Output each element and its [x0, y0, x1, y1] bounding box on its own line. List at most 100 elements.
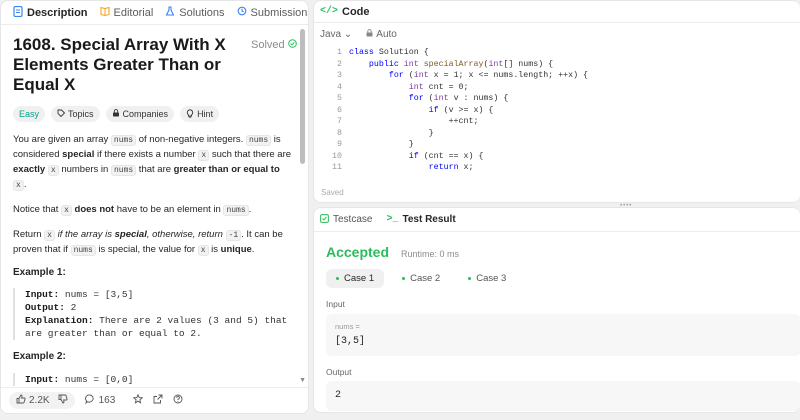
code-line[interactable]: 5 for (int v : nums) {: [314, 93, 800, 105]
difficulty-badge: Easy: [13, 106, 46, 122]
code-line[interactable]: 4 int cnt = 0;: [314, 82, 800, 94]
language-select[interactable]: Java ⌄: [320, 29, 352, 40]
line-text: class Solution {: [349, 48, 429, 57]
code-line[interactable]: 2 public int specialArray(int[] nums) {: [314, 59, 800, 71]
example-2-box: Input: nums = [0,0]: [13, 373, 295, 386]
desc-paragraph-3: Return x if the array is special, otherw…: [13, 229, 283, 256]
star-icon[interactable]: [132, 393, 144, 407]
accepted-label: Accepted: [326, 244, 390, 260]
tab-editorial-label: Editorial: [113, 6, 154, 19]
line-text: return x;: [428, 163, 474, 172]
desc-paragraph-1: You are given an array nums of non-negat…: [13, 134, 292, 191]
example-1-box: Input: nums = [3,5] Output: 2 Explanatio…: [13, 288, 295, 340]
test-panel: Testcase >_ Test Result Accepted Runtime…: [313, 207, 800, 413]
problem-description: You are given an array nums of non-negat…: [13, 133, 295, 268]
line-text: }: [349, 140, 414, 149]
lightbulb-icon: [186, 108, 194, 120]
tab-test-result[interactable]: >_ Test Result: [386, 214, 455, 225]
case-tab-2[interactable]: Case 2: [392, 269, 450, 288]
comment-count: 163: [98, 395, 116, 406]
vote-group: 2.2K: [9, 392, 75, 409]
case-tab-3[interactable]: Case 3: [458, 269, 516, 288]
code-line[interactable]: 9 }: [314, 139, 800, 151]
line-number: 9: [337, 140, 342, 149]
line-number: 8: [337, 128, 342, 138]
output-value-box: 2: [326, 381, 800, 411]
scroll-down-arrow-icon[interactable]: ▼: [299, 377, 306, 384]
description-tabbar: Description Editorial Solutions Submissi…: [1, 1, 308, 25]
problem-tags: Easy Topics Companies Hint: [13, 106, 220, 122]
line-number: 2: [337, 59, 342, 69]
topics-button[interactable]: Topics: [51, 106, 100, 122]
tab-description[interactable]: Description: [7, 1, 94, 25]
help-icon[interactable]: [173, 394, 183, 407]
line-text: ++cnt;: [349, 117, 479, 126]
example-1-title: Example 1:: [13, 267, 66, 278]
saved-status: Saved: [321, 188, 344, 197]
tab-testcase[interactable]: Testcase: [320, 213, 372, 226]
code-panel: </> Code Java ⌄ Auto 1 class Solution {2 …: [313, 0, 800, 203]
line-number: 11: [332, 163, 342, 172]
check-circle-icon: [287, 39, 297, 51]
history-icon: [237, 6, 247, 19]
line-text: if (cnt == x) {: [408, 151, 484, 161]
test-tabbar: Testcase >_ Test Result: [314, 208, 800, 232]
code-line[interactable]: 10 if (cnt == x) {: [314, 151, 800, 163]
companies-button[interactable]: Companies: [105, 106, 175, 122]
line-text: }: [349, 128, 434, 138]
runtime-label: Runtime: 0 ms: [401, 249, 460, 259]
line-number: 4: [337, 82, 342, 92]
tab-solutions[interactable]: Solutions: [159, 1, 230, 25]
tab-submissions-label: Submissions: [250, 6, 309, 19]
case-tab-1[interactable]: Case 1: [326, 269, 385, 288]
tab-editorial[interactable]: Editorial: [94, 1, 160, 25]
hint-button[interactable]: Hint: [180, 106, 220, 122]
result-status: Accepted Runtime: 0 ms: [326, 244, 459, 260]
editor-toolbar: Java ⌄ Auto: [314, 23, 800, 45]
example-2-title: Example 2:: [13, 351, 66, 362]
line-text: public int specialArray(int[] nums) {: [368, 59, 554, 69]
lock-icon: [112, 109, 120, 119]
code-brackets-icon: </>: [320, 6, 339, 17]
input-label: Input: [326, 299, 345, 309]
line-text: int cnt = 0;: [408, 82, 469, 92]
code-title: Code: [342, 5, 370, 18]
code-line[interactable]: 6 if (v >= x) {: [314, 105, 800, 117]
code-line[interactable]: 7 ++cnt;: [314, 116, 800, 128]
solved-label: Solved: [251, 39, 285, 51]
line-number: 5: [337, 94, 342, 103]
input-var-value: [3,5]: [335, 336, 366, 347]
tab-solutions-label: Solutions: [179, 6, 225, 19]
like-count: 2.2K: [29, 395, 50, 406]
topics-label: Topics: [68, 109, 94, 119]
description-footer: 2.2K 163: [1, 387, 308, 413]
code-line[interactable]: 3 for (int x = 1; x <= nums.length; ++x)…: [314, 70, 800, 82]
desc-paragraph-2: Notice that x does not have to be an ele…: [13, 204, 252, 216]
terminal-icon: >_: [386, 214, 399, 225]
solved-badge: Solved: [251, 39, 297, 51]
pass-dot-icon: [468, 277, 472, 280]
code-line[interactable]: 1 class Solution {: [314, 47, 800, 59]
difficulty-label: Easy: [19, 109, 40, 119]
line-number: 10: [332, 151, 342, 161]
share-icon[interactable]: [153, 394, 163, 407]
companies-label: Companies: [122, 109, 169, 119]
code-line[interactable]: 8 }: [314, 128, 800, 140]
input-value-box: nums = [3,5]: [326, 314, 800, 356]
code-editor[interactable]: 1 class Solution {2 public int specialArr…: [314, 47, 800, 174]
description-scrollbar[interactable]: [300, 29, 305, 164]
tab-submissions[interactable]: Submissions: [231, 1, 309, 25]
comment-icon[interactable]: [84, 394, 95, 407]
code-line[interactable]: 11 return x;: [314, 162, 800, 174]
line-number: 3: [337, 71, 342, 80]
input-var-name: nums =: [335, 322, 360, 331]
line-text: if (v >= x) {: [428, 105, 494, 115]
book-icon: [99, 6, 110, 19]
thumbs-down-icon[interactable]: [58, 394, 68, 407]
pass-dot-icon: [336, 277, 339, 280]
auto-toggle[interactable]: Auto: [366, 29, 397, 40]
line-text: for (int x = 1; x <= nums.length; ++x) {: [388, 71, 589, 80]
tag-icon: [57, 109, 66, 119]
line-number: 6: [337, 105, 342, 115]
thumbs-up-icon[interactable]: [16, 394, 26, 407]
